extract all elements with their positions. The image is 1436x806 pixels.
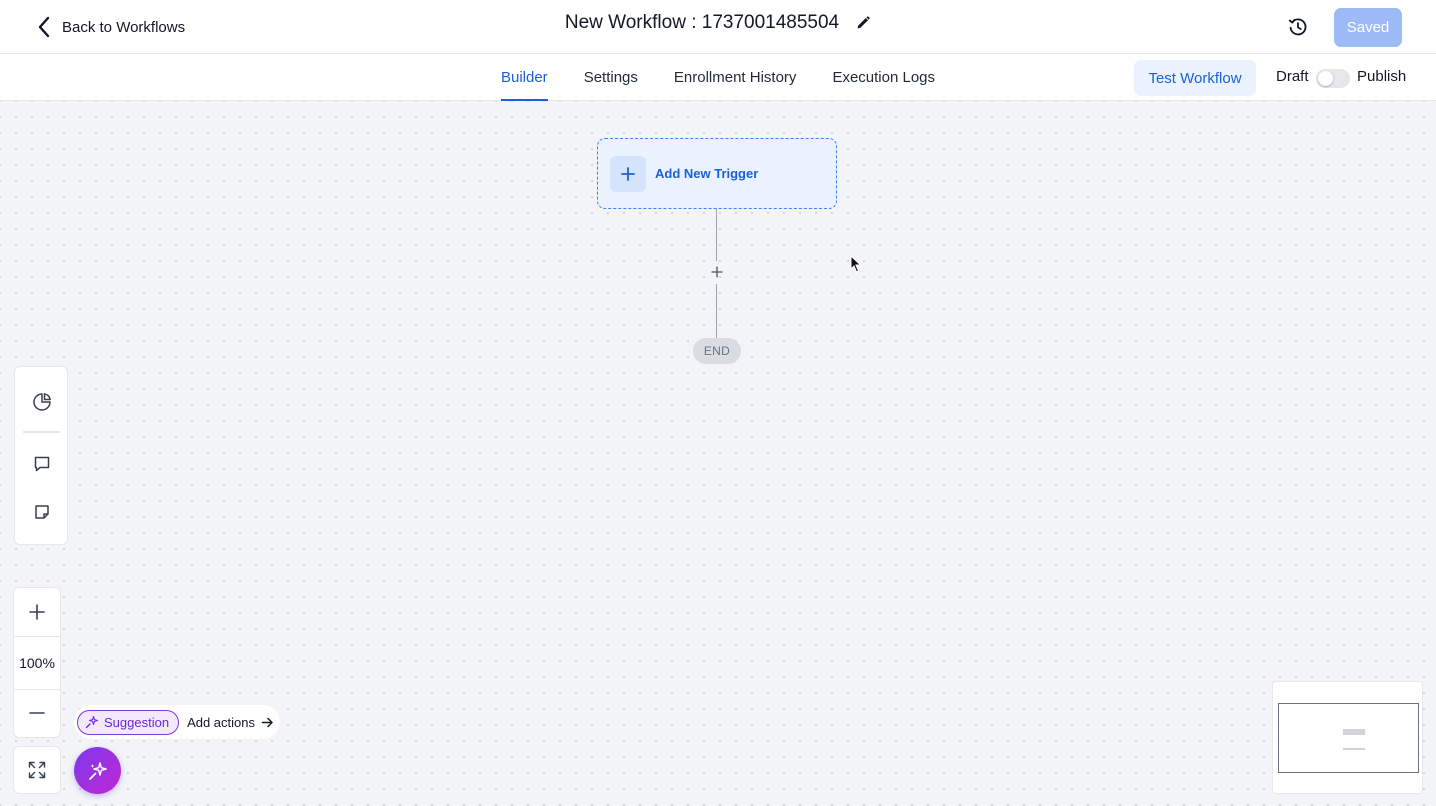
suggestion-chip[interactable]: Suggestion [77, 709, 180, 735]
ai-assistant-button[interactable] [74, 747, 121, 794]
pencil-icon[interactable] [855, 15, 871, 31]
add-actions-link[interactable]: Add actions [187, 715, 274, 730]
suggestion-label: Suggestion [104, 714, 170, 730]
zoom-in-button[interactable] [14, 589, 60, 635]
sparkle-icon [85, 715, 99, 729]
pie-chart-icon [33, 393, 51, 411]
publish-toggle[interactable] [1316, 69, 1350, 88]
minus-icon [29, 712, 45, 714]
comment-button[interactable] [27, 449, 57, 479]
history-clock-icon [1288, 18, 1307, 36]
top-bar: Back to Workflows New Workflow : 1737001… [0, 0, 1436, 54]
comment-icon [34, 456, 50, 472]
workflow-title: New Workflow : 1737001485504 [565, 12, 871, 34]
suggestion-bar: Suggestion Add actions [74, 705, 280, 739]
connector-line [716, 284, 717, 338]
workflow-title-text: New Workflow : 1737001485504 [564, 12, 840, 33]
analytics-button[interactable] [27, 387, 57, 417]
mouse-cursor-icon [850, 255, 862, 273]
tab-builder[interactable]: Builder [500, 54, 548, 101]
back-to-workflows-link[interactable]: Back to Workflows [36, 14, 185, 40]
tab-execution-logs[interactable]: Execution Logs [832, 54, 935, 101]
plus-icon [29, 604, 45, 620]
minimap-end [1343, 748, 1365, 750]
expand-icon [28, 761, 46, 779]
tab-bar: Builder Settings Enrollment History Exec… [0, 54, 1436, 101]
sticky-note-button[interactable] [27, 497, 57, 527]
divider [23, 431, 60, 433]
end-node: END [693, 338, 741, 364]
tab-enrollment-history[interactable]: Enrollment History [674, 54, 797, 101]
zoom-controls: 100% [13, 587, 61, 738]
zoom-out-button[interactable] [14, 690, 60, 736]
workflow-canvas[interactable]: Add New Trigger END 100% Suggestion Add … [0, 101, 1436, 806]
connector-line [716, 209, 717, 261]
add-actions-label: Add actions [187, 714, 255, 730]
fit-view-button[interactable] [13, 746, 61, 794]
add-step-button[interactable] [708, 263, 726, 281]
canvas-tool-panel [14, 366, 68, 545]
version-history-button[interactable] [1285, 14, 1311, 40]
back-label: Back to Workflows [62, 18, 186, 36]
chevron-left-icon [38, 16, 50, 38]
publish-label: Publish [1357, 68, 1407, 85]
zoom-level: 100% [14, 636, 60, 690]
sparkle-icon [88, 761, 107, 780]
plus-icon [610, 155, 646, 192]
draft-label: Draft [1276, 68, 1309, 85]
minimap[interactable] [1272, 681, 1423, 794]
trigger-label: Add New Trigger [655, 166, 759, 181]
saved-button[interactable]: Saved [1334, 8, 1402, 47]
arrow-right-icon [261, 717, 273, 727]
plus-icon [711, 266, 723, 278]
minimap-node [1343, 729, 1365, 735]
minimap-viewport[interactable] [1278, 703, 1419, 773]
sticky-note-icon [35, 505, 49, 519]
tab-settings[interactable]: Settings [584, 54, 638, 101]
test-workflow-button[interactable]: Test Workflow [1134, 60, 1256, 96]
add-new-trigger-node[interactable]: Add New Trigger [597, 138, 837, 209]
